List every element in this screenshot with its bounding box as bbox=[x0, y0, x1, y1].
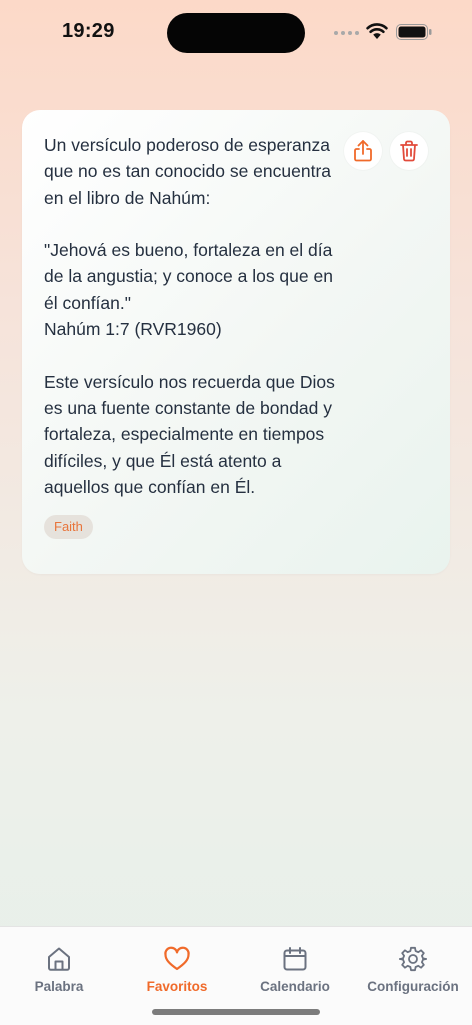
gear-icon bbox=[399, 946, 427, 972]
tab-configuracion[interactable]: Configuración bbox=[354, 945, 472, 994]
cellular-signal-icon bbox=[334, 31, 359, 35]
tab-palabra[interactable]: Palabra bbox=[0, 945, 118, 994]
share-button[interactable] bbox=[344, 132, 382, 170]
calendar-icon bbox=[283, 947, 307, 971]
trash-icon bbox=[400, 140, 418, 162]
tab-label: Configuración bbox=[367, 979, 459, 994]
favorite-text: Un versículo poderoso de esperanza que n… bbox=[44, 135, 335, 497]
tab-label: Calendario bbox=[260, 979, 330, 994]
tab-calendario[interactable]: Calendario bbox=[236, 945, 354, 994]
category-tag: Faith bbox=[44, 515, 93, 539]
favorite-card: Un versículo poderoso de esperanza que n… bbox=[22, 110, 450, 574]
home-icon bbox=[48, 947, 70, 971]
delete-button[interactable] bbox=[390, 132, 428, 170]
heart-icon bbox=[164, 946, 190, 971]
status-time: 19:29 bbox=[62, 20, 115, 42]
tab-label: Favoritos bbox=[146, 979, 208, 994]
share-icon bbox=[354, 140, 372, 162]
status-bar: 19:29 bbox=[0, 0, 472, 64]
tab-label: Palabra bbox=[34, 979, 84, 994]
wifi-icon bbox=[366, 23, 388, 39]
tab-favoritos[interactable]: Favoritos bbox=[118, 945, 236, 994]
dynamic-island bbox=[167, 13, 305, 53]
battery-icon bbox=[396, 24, 432, 40]
home-indicator bbox=[152, 1009, 320, 1015]
